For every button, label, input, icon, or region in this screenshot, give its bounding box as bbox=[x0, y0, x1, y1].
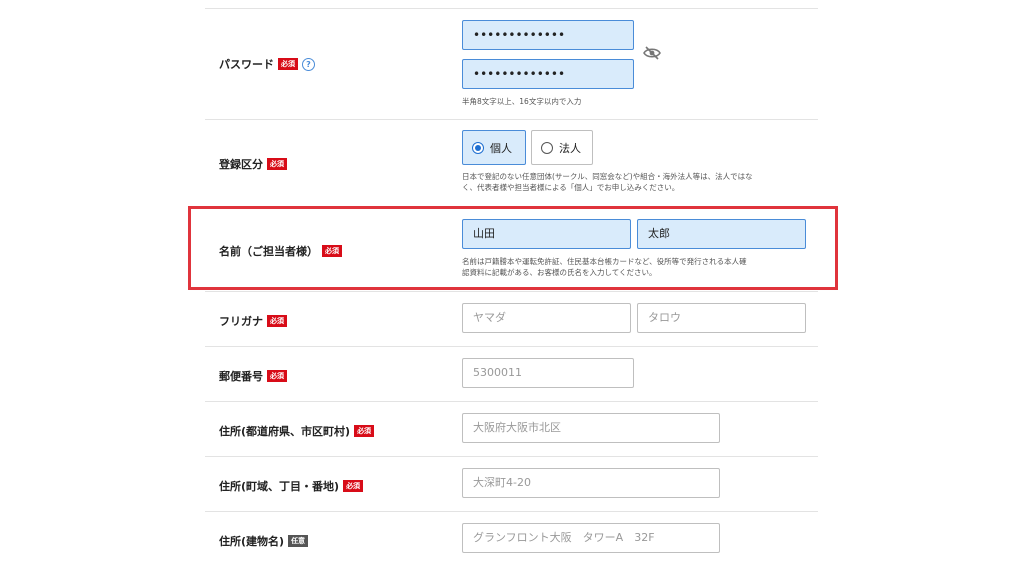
furigana-label-text: フリガナ bbox=[219, 315, 263, 328]
radio-corporation[interactable]: 法人 bbox=[531, 130, 593, 165]
address-town-label-text: 住所(町域、丁目・番地) bbox=[219, 480, 340, 493]
postal-code-placeholder: 5300011 bbox=[473, 366, 522, 379]
required-badge: 必須 bbox=[267, 158, 287, 170]
registration-type-note-line2: く、代表者様や担当者様による「個人」でお申し込みください。 bbox=[462, 183, 680, 192]
optional-badge: 任意 bbox=[288, 535, 309, 547]
divider bbox=[205, 511, 818, 512]
address-pref-placeholder: 大阪府大阪市北区 bbox=[473, 421, 561, 434]
password-label-text: パスワード bbox=[219, 58, 274, 71]
radio-selected-icon bbox=[472, 141, 484, 154]
name-row-highlight bbox=[188, 206, 838, 290]
divider bbox=[205, 456, 818, 457]
postal-code-label-text: 郵便番号 bbox=[219, 370, 263, 383]
address-building-label: 住所(建物名) 任意 bbox=[219, 533, 309, 549]
furigana-last-input[interactable]: ヤマダ bbox=[462, 303, 631, 333]
furigana-first-placeholder: タロウ bbox=[648, 311, 681, 324]
required-badge: 必須 bbox=[278, 58, 298, 70]
address-pref-label: 住所(都道府県、市区町村) 必須 bbox=[219, 423, 375, 439]
address-town-input[interactable]: 大深町4-20 bbox=[462, 468, 720, 498]
required-badge: 必須 bbox=[343, 480, 364, 492]
divider bbox=[205, 401, 818, 402]
radio-unselected-icon bbox=[541, 141, 553, 154]
address-building-input[interactable]: グランフロント大阪 タワーA 32F bbox=[462, 523, 720, 553]
divider bbox=[205, 346, 818, 347]
furigana-last-placeholder: ヤマダ bbox=[473, 311, 506, 324]
radio-individual-label: 個人 bbox=[490, 141, 512, 155]
registration-type-label: 登録区分 必須 bbox=[219, 156, 287, 172]
required-badge: 必須 bbox=[267, 315, 287, 327]
furigana-first-input[interactable]: タロウ bbox=[637, 303, 806, 333]
password-note: 半角8文字以上、16文字以内で入力 bbox=[462, 97, 582, 106]
required-badge: 必須 bbox=[354, 425, 375, 437]
password-confirm-input[interactable]: ••••••••••••• bbox=[462, 59, 634, 89]
eye-slash-icon[interactable] bbox=[643, 46, 661, 60]
registration-type-label-text: 登録区分 bbox=[219, 158, 263, 171]
radio-corporation-label: 法人 bbox=[559, 141, 581, 155]
address-building-label-text: 住所(建物名) bbox=[219, 535, 285, 548]
password-label: パスワード 必須 ? bbox=[219, 56, 315, 72]
address-pref-input[interactable]: 大阪府大阪市北区 bbox=[462, 413, 720, 443]
postal-code-input[interactable]: 5300011 bbox=[462, 358, 634, 388]
password-input[interactable]: ••••••••••••• bbox=[462, 20, 634, 50]
required-badge: 必須 bbox=[267, 370, 287, 382]
furigana-label: フリガナ 必須 bbox=[219, 313, 287, 329]
address-building-placeholder: グランフロント大阪 タワーA 32F bbox=[473, 531, 655, 544]
address-pref-label-text: 住所(都道府県、市区町村) bbox=[219, 425, 351, 438]
address-town-label: 住所(町域、丁目・番地) 必須 bbox=[219, 478, 364, 494]
divider bbox=[205, 8, 818, 9]
divider bbox=[205, 119, 818, 120]
radio-individual[interactable]: 個人 bbox=[462, 130, 526, 165]
divider bbox=[205, 291, 818, 292]
help-icon[interactable]: ? bbox=[302, 57, 315, 71]
address-town-placeholder: 大深町4-20 bbox=[473, 476, 531, 489]
postal-code-label: 郵便番号 必須 bbox=[219, 368, 287, 384]
